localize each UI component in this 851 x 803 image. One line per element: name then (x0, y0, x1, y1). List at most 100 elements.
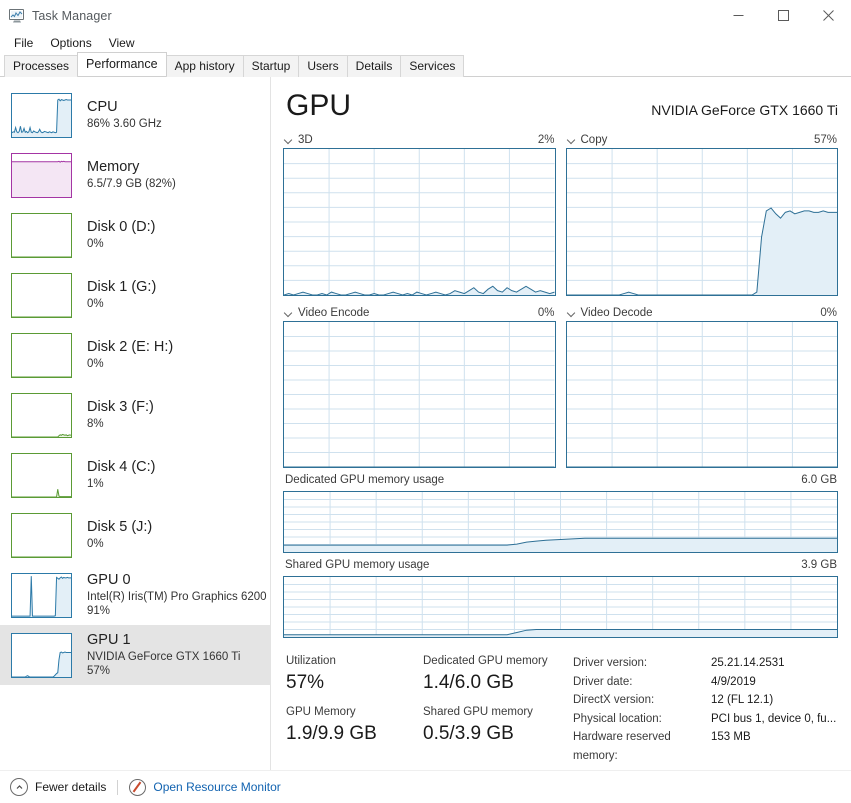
sidebar-item-disk-0-d[interactable]: Disk 0 (D:)0% (0, 205, 270, 265)
tab-processes[interactable]: Processes (4, 55, 78, 77)
minimize-button[interactable] (716, 0, 761, 31)
driver-info-table: Driver version:25.21.14.2531Driver date:… (573, 654, 836, 765)
sidebar-item-disk-4-c[interactable]: Disk 4 (C:)1% (0, 445, 270, 505)
stat-value-gpu-memory: 1.9/9.9 GB (286, 720, 423, 747)
menu-item-view[interactable]: View (101, 34, 143, 52)
task-manager-icon (9, 8, 25, 24)
engine-row-2: Video Encode 0% Video Decode 0% (283, 304, 838, 468)
info-value: 4/9/2019 (711, 673, 756, 692)
sidebar-thumbnail (11, 333, 72, 378)
stat-value-dedicated-gpu-memory: 1.4/6.0 GB (423, 669, 563, 696)
sidebar-thumbnail (11, 513, 72, 558)
engine-cell-video-encode: Video Encode 0% (283, 304, 556, 468)
maximize-button[interactable] (761, 0, 806, 31)
sidebar-item-detail: 8% (87, 417, 154, 431)
sidebar-thumbnail (11, 633, 72, 678)
sidebar-item-detail: 86% 3.60 GHz (87, 117, 162, 131)
stats-area: Utilization 57% GPU Memory 1.9/9.9 GB De… (283, 638, 838, 765)
info-value: 12 (FL 12.1) (711, 691, 773, 710)
sidebar-thumbnail (11, 273, 72, 318)
stat-label-shared-gpu-memory: Shared GPU memory (423, 705, 563, 720)
fewer-details-button[interactable]: Fewer details (10, 778, 106, 796)
chevron-down-icon[interactable] (285, 309, 293, 317)
sidebar-item-text: Disk 4 (C:)1% (87, 459, 155, 491)
chevron-down-icon[interactable] (568, 136, 576, 144)
sidebar-item-memory[interactable]: Memory6.5/7.9 GB (82%) (0, 145, 270, 205)
engine-graph-video-decode (566, 321, 839, 468)
sidebar-item-text: Disk 5 (J:)0% (87, 519, 152, 551)
info-key: Hardware reserved memory: (573, 728, 711, 765)
sidebar-item-gpu-1[interactable]: GPU 1NVIDIA GeForce GTX 1660 Ti57% (0, 625, 270, 685)
tab-details[interactable]: Details (347, 55, 402, 77)
sidebar-item-text: Disk 1 (G:)0% (87, 279, 156, 311)
tab-performance[interactable]: Performance (77, 52, 167, 76)
menu-bar: File Options View (0, 31, 851, 54)
info-value: PCI bus 1, device 0, fu... (711, 710, 836, 729)
engine-graph-copy (566, 148, 839, 296)
shared-memory-header: Shared GPU memory usage 3.9 GB (283, 559, 838, 576)
engine-graph-video-encode (283, 321, 556, 468)
sidebar-item-disk-2-e-h[interactable]: Disk 2 (E: H:)0% (0, 325, 270, 385)
tab-services[interactable]: Services (400, 55, 464, 77)
title-bar: Task Manager (0, 0, 851, 31)
stat-column-middle: Dedicated GPU memory 1.4/6.0 GB Shared G… (423, 654, 563, 765)
shared-memory-graph (283, 576, 838, 638)
chevron-up-icon (10, 778, 28, 796)
engine-header-video-decode[interactable]: Video Decode 0% (566, 304, 839, 321)
info-row: Driver date:4/9/2019 (573, 673, 836, 692)
sidebar-item-detail: 0% (87, 297, 156, 311)
chevron-down-icon[interactable] (568, 309, 576, 317)
content-area: CPU86% 3.60 GHzMemory6.5/7.9 GB (82%) Dis… (0, 77, 851, 771)
info-row: DirectX version:12 (FL 12.1) (573, 691, 836, 710)
sidebar-item-label: Disk 1 (G:) (87, 279, 156, 296)
sidebar-item-disk-1-g[interactable]: Disk 1 (G:)0% (0, 265, 270, 325)
sidebar-item-detail: 0% (87, 357, 173, 371)
chevron-down-icon[interactable] (285, 136, 293, 144)
engine-cell-copy: Copy 57% (566, 131, 839, 296)
sidebar-item-label: Disk 0 (D:) (87, 219, 155, 236)
sidebar-item-label: Disk 5 (J:) (87, 519, 152, 536)
menu-item-file[interactable]: File (6, 34, 41, 52)
sidebar-item-label: Disk 3 (F:) (87, 399, 154, 416)
sidebar-item-gpu-0[interactable]: GPU 0Intel(R) Iris(TM) Pro Graphics 6200… (0, 565, 270, 625)
sidebar-thumbnail (11, 213, 72, 258)
sidebar-item-detail: 6.5/7.9 GB (82%) (87, 177, 176, 191)
info-row: Hardware reserved memory:153 MB (573, 728, 836, 765)
engine-header-3d[interactable]: 3D 2% (283, 131, 556, 148)
sidebar-thumbnail (11, 393, 72, 438)
sidebar-item-text: Disk 0 (D:)0% (87, 219, 155, 251)
engine-header-video-encode[interactable]: Video Encode 0% (283, 304, 556, 321)
tab-app-history[interactable]: App history (166, 55, 244, 77)
dedicated-memory-label: Dedicated GPU memory usage (285, 474, 444, 491)
page-title: GPU (286, 89, 351, 123)
sidebar-item-label: GPU 0 (87, 572, 267, 589)
engine-header-copy[interactable]: Copy 57% (566, 131, 839, 148)
stat-label-utilization: Utilization (286, 654, 423, 669)
sidebar-thumbnail (11, 453, 72, 498)
sidebar-item-cpu[interactable]: CPU86% 3.60 GHz (0, 85, 270, 145)
shared-memory-label: Shared GPU memory usage (285, 559, 429, 576)
sidebar-thumbnail (11, 573, 72, 618)
sidebar-item-disk-3-f[interactable]: Disk 3 (F:)8% (0, 385, 270, 445)
menu-item-options[interactable]: Options (42, 34, 99, 52)
sidebar-item-text: Disk 2 (E: H:)0% (87, 339, 173, 371)
engine-cell-video-decode: Video Decode 0% (566, 304, 839, 468)
footer-bar: Fewer details Open Resource Monitor (0, 770, 851, 803)
tab-startup[interactable]: Startup (243, 55, 300, 77)
info-row: Driver version:25.21.14.2531 (573, 654, 836, 673)
close-button[interactable] (806, 0, 851, 31)
shared-memory-section: Shared GPU memory usage 3.9 GB (283, 559, 838, 638)
sidebar-item-label: GPU 1 (87, 632, 240, 649)
sidebar-item-disk-5-j[interactable]: Disk 5 (J:)0% (0, 505, 270, 565)
open-resource-monitor-label: Open Resource Monitor (153, 780, 280, 794)
open-resource-monitor-link[interactable]: Open Resource Monitor (129, 779, 280, 796)
resource-list: CPU86% 3.60 GHzMemory6.5/7.9 GB (82%) Dis… (0, 77, 271, 771)
gpu-detail-pane: GPU NVIDIA GeForce GTX 1660 Ti 3D 2% (271, 77, 851, 771)
shared-memory-max: 3.9 GB (801, 559, 837, 576)
window-controls (716, 0, 851, 31)
tab-users[interactable]: Users (298, 55, 347, 77)
sidebar-item-label: Disk 2 (E: H:) (87, 339, 173, 356)
engine-label-3d: 3D (298, 134, 313, 146)
stat-value-utilization: 57% (286, 669, 423, 696)
sidebar-item-label: Disk 4 (C:) (87, 459, 155, 476)
